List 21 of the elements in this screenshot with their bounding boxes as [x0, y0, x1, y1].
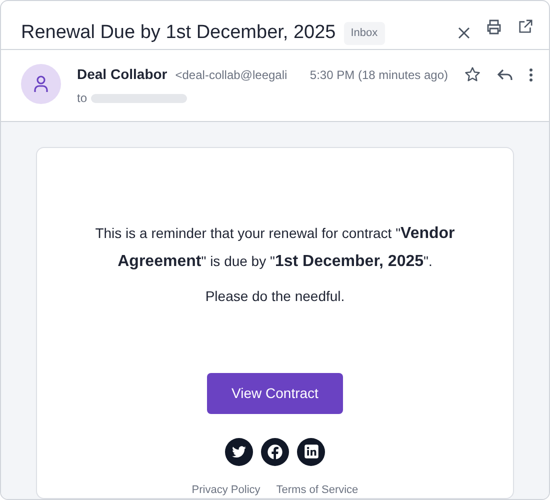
person-icon — [33, 75, 49, 94]
message-time: 5:30 PM (18 minutes ago) — [310, 66, 448, 84]
close-icon[interactable] — [458, 27, 470, 39]
message-text: This is a reminder that your renewal for contract "Vendor Agreement" is due by "1st December, 2025". — [94, 224, 456, 272]
footer-link[interactable]: Terms of Service — [276, 482, 358, 498]
folder-label: Inbox — [344, 22, 385, 44]
email-subject: Renewal Due by 1st December, 2025 — [21, 21, 336, 45]
more-icon[interactable] — [529, 68, 533, 82]
facebook-icon[interactable] — [261, 438, 289, 466]
star-icon[interactable] — [464, 66, 481, 84]
message-text: Please do the needful. — [204, 286, 346, 306]
view-contract-button[interactable]: View Contract — [206, 372, 344, 414]
twitter-bird-icon[interactable] — [225, 438, 253, 466]
footer-link[interactable]: Privacy Policy — [192, 482, 260, 498]
reply-icon[interactable] — [497, 68, 513, 82]
external-link-icon[interactable] — [518, 19, 533, 34]
sender-name: Deal Collabor — [77, 65, 168, 84]
recipient-label: to — [77, 90, 88, 108]
sender-email: <deal-collab@leegali — [175, 66, 288, 84]
printer-icon[interactable] — [486, 19, 502, 35]
linkedin-icon[interactable] — [297, 438, 325, 466]
